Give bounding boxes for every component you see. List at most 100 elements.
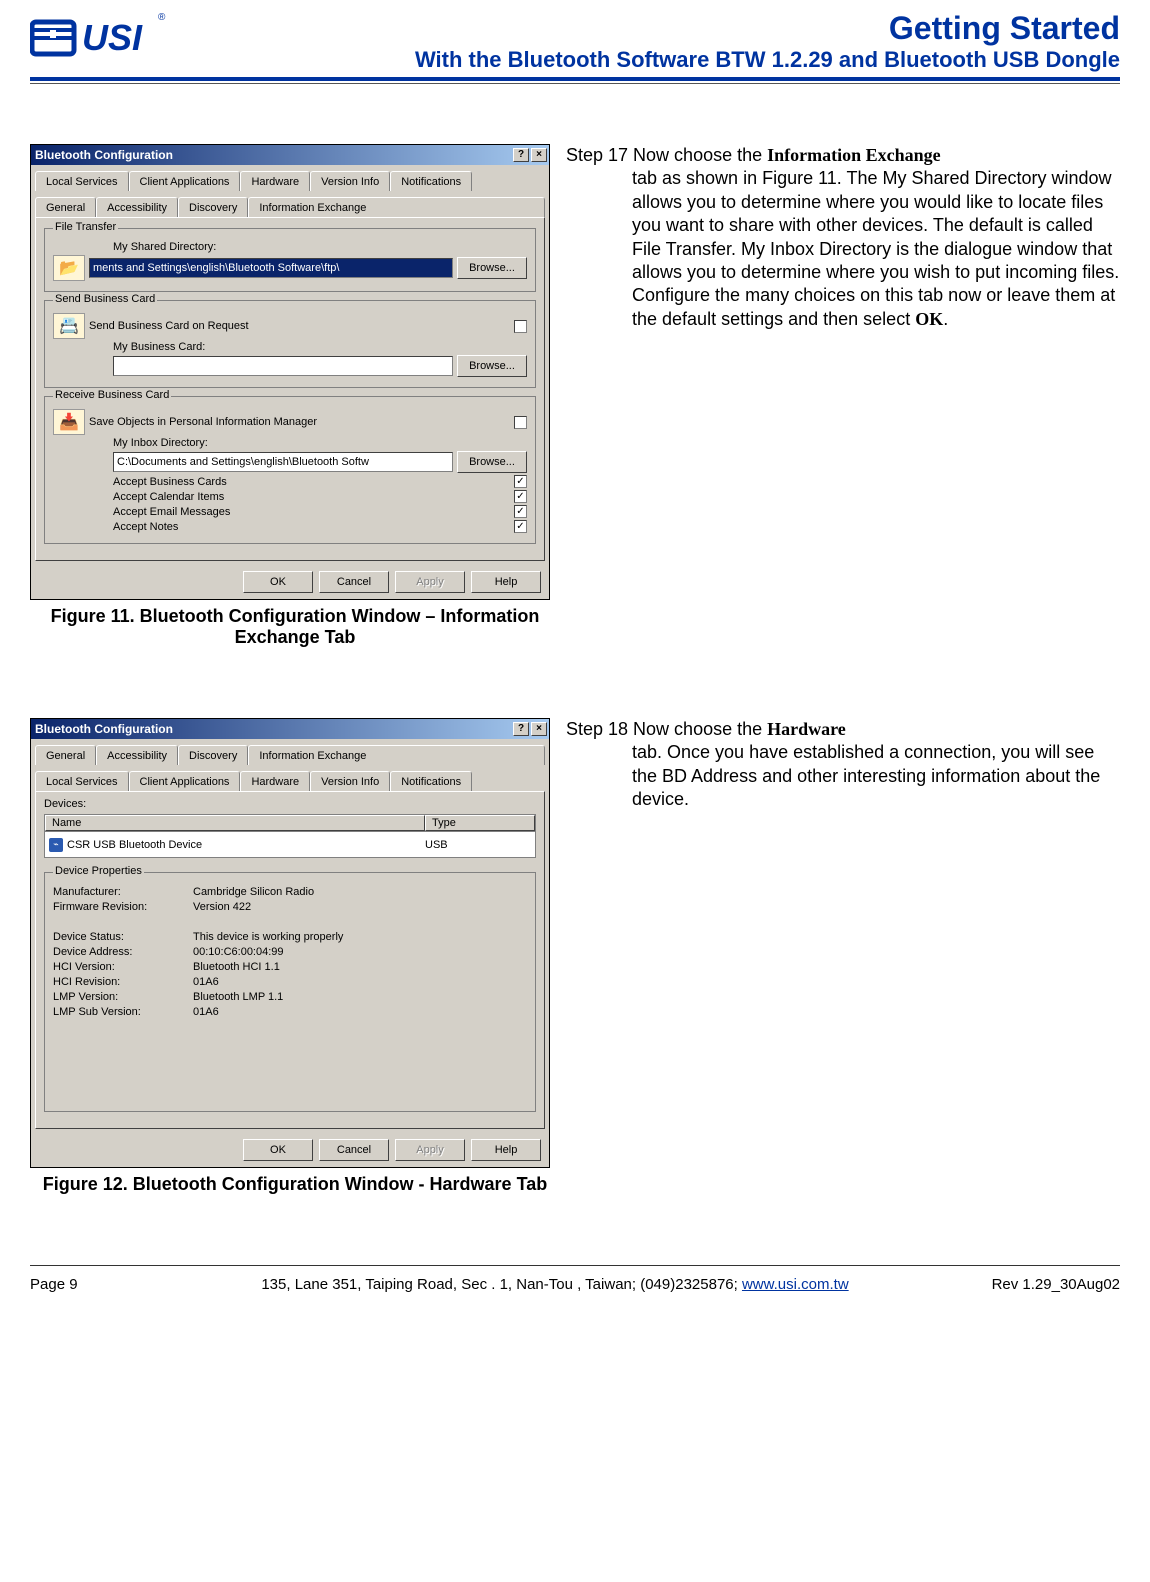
ok-button[interactable]: OK: [243, 571, 313, 593]
dialog-button-bar: OK Cancel Apply Help: [31, 1133, 549, 1167]
my-business-card-label: My Business Card:: [113, 341, 205, 353]
tab-hardware[interactable]: Hardware: [240, 171, 310, 191]
accept-calendar-checkbox[interactable]: ✓: [514, 490, 527, 503]
step-bold: Information Exchange: [767, 145, 941, 165]
window-title: Bluetooth Configuration: [35, 722, 511, 736]
devices-table-row[interactable]: ⌁ CSR USB Bluetooth Device USB: [44, 832, 536, 858]
tab-notifications[interactable]: Notifications: [390, 171, 472, 191]
tab-strip-front: General Accessibility Discovery Informat…: [31, 191, 549, 217]
cancel-button[interactable]: Cancel: [319, 571, 389, 593]
prop-key: Device Status:: [53, 931, 193, 943]
cancel-button[interactable]: Cancel: [319, 1139, 389, 1161]
group-title: Send Business Card: [53, 293, 157, 305]
prop-val: 01A6: [193, 976, 219, 988]
accept-cards-checkbox[interactable]: ✓: [514, 475, 527, 488]
help-titlebar-button[interactable]: ?: [513, 148, 529, 162]
accept-email-checkbox[interactable]: ✓: [514, 505, 527, 518]
tab-panel: File Transfer My Shared Directory: 📂 Bro…: [35, 217, 545, 561]
tab-local-services[interactable]: Local Services: [35, 771, 129, 791]
browse-shared-dir-button[interactable]: Browse...: [457, 257, 527, 279]
tab-general[interactable]: General: [35, 197, 96, 217]
footer-address: 135, Lane 351, Taiping Road, Sec . 1, Na…: [150, 1276, 960, 1293]
bluetooth-config-dialog-hardware: Bluetooth Configuration ? × General Acce…: [30, 718, 550, 1168]
tab-information-exchange[interactable]: Information Exchange: [248, 745, 545, 765]
tab-client-applications[interactable]: Client Applications: [129, 171, 241, 191]
browse-inbox-dir-button[interactable]: Browse...: [457, 451, 527, 473]
prop-key: Device Address:: [53, 946, 193, 958]
browse-business-card-button[interactable]: Browse...: [457, 355, 527, 377]
tab-information-exchange[interactable]: Information Exchange: [248, 197, 545, 217]
help-titlebar-button[interactable]: ?: [513, 722, 529, 736]
titlebar: Bluetooth Configuration ? ×: [31, 145, 549, 165]
step-18-block: Bluetooth Configuration ? × General Acce…: [30, 718, 1120, 1195]
group-title: Receive Business Card: [53, 389, 171, 401]
tab-hardware[interactable]: Hardware: [240, 771, 310, 791]
step-body: tab as shown in Figure 11. The My Shared…: [632, 168, 1119, 328]
prop-val: Version 422: [193, 901, 251, 913]
help-button[interactable]: Help: [471, 571, 541, 593]
step-lead: Step 18 Now choose the: [566, 719, 767, 739]
apply-button[interactable]: Apply: [395, 571, 465, 593]
apply-button[interactable]: Apply: [395, 1139, 465, 1161]
page-title: Getting Started: [170, 10, 1120, 47]
tab-discovery[interactable]: Discovery: [178, 745, 248, 765]
prop-val: Cambridge Silicon Radio: [193, 886, 314, 898]
save-in-pim-label: Save Objects in Personal Information Man…: [89, 416, 317, 428]
prop-key: Firmware Revision:: [53, 901, 193, 913]
accept-calendar-label: Accept Calendar Items: [113, 491, 224, 503]
close-titlebar-button[interactable]: ×: [531, 148, 547, 162]
inbox-dir-input[interactable]: [113, 452, 453, 472]
tab-discovery[interactable]: Discovery: [178, 197, 248, 217]
tab-accessibility[interactable]: Accessibility: [96, 197, 178, 217]
tab-version-info[interactable]: Version Info: [310, 771, 390, 791]
footer-url-link[interactable]: www.usi.com.tw: [742, 1276, 849, 1293]
prop-key: LMP Version:: [53, 991, 193, 1003]
tab-notifications[interactable]: Notifications: [390, 771, 472, 791]
step-lead: Step 17 Now choose the: [566, 145, 767, 165]
page-header: USI ® Getting Started With the Bluetooth…: [30, 10, 1120, 73]
ok-button[interactable]: OK: [243, 1139, 313, 1161]
group-file-transfer: File Transfer My Shared Directory: 📂 Bro…: [44, 228, 536, 292]
devices-table-header: Name Type: [44, 814, 536, 832]
header-rule: [30, 77, 1120, 81]
folder-share-icon: 📂: [53, 255, 85, 281]
footer-rev: Rev 1.29_30Aug02: [960, 1276, 1120, 1293]
tab-general[interactable]: General: [35, 745, 96, 765]
help-button[interactable]: Help: [471, 1139, 541, 1161]
prop-key: LMP Sub Version:: [53, 1006, 193, 1018]
accept-notes-checkbox[interactable]: ✓: [514, 520, 527, 533]
close-titlebar-button[interactable]: ×: [531, 722, 547, 736]
footer-address-text: 135, Lane 351, Taiping Road, Sec . 1, Na…: [261, 1276, 742, 1293]
step-body: tab. Once you have established a connect…: [632, 741, 1120, 811]
svg-text:USI: USI: [82, 17, 143, 58]
tab-client-applications[interactable]: Client Applications: [129, 771, 241, 791]
send-on-request-label: Send Business Card on Request: [89, 320, 249, 332]
titlebar: Bluetooth Configuration ? ×: [31, 719, 549, 739]
step-17-text: Step 17 Now choose the Information Excha…: [566, 144, 1120, 331]
save-in-pim-checkbox[interactable]: [514, 416, 527, 429]
svg-text:®: ®: [158, 12, 166, 23]
shared-dir-input[interactable]: [89, 258, 453, 278]
step-17-block: Bluetooth Configuration ? × Local Servic…: [30, 144, 1120, 648]
send-on-request-checkbox[interactable]: [514, 320, 527, 333]
figure-11: Bluetooth Configuration ? × Local Servic…: [30, 144, 560, 648]
step-18-text: Step 18 Now choose the Hardware tab. Onc…: [566, 718, 1120, 812]
group-receive-business-card: Receive Business Card 📥 Save Objects in …: [44, 396, 536, 544]
prop-val: 01A6: [193, 1006, 219, 1018]
tab-local-services[interactable]: Local Services: [35, 171, 129, 191]
col-type[interactable]: Type: [425, 815, 535, 831]
tab-strip-back: General Accessibility Discovery Informat…: [31, 739, 549, 765]
col-name[interactable]: Name: [45, 815, 425, 831]
dialog-button-bar: OK Cancel Apply Help: [31, 565, 549, 599]
accept-email-label: Accept Email Messages: [113, 506, 230, 518]
tab-version-info[interactable]: Version Info: [310, 171, 390, 191]
tab-strip-back: Local Services Client Applications Hardw…: [31, 165, 549, 191]
page-footer: Page 9 135, Lane 351, Taiping Road, Sec …: [30, 1265, 1120, 1303]
step-bold-ok: OK: [915, 309, 943, 329]
business-card-input[interactable]: [113, 356, 453, 376]
logo: USI ®: [30, 10, 170, 69]
tab-accessibility[interactable]: Accessibility: [96, 745, 178, 765]
figure-11-caption: Figure 11. Bluetooth Configuration Windo…: [30, 606, 560, 648]
window-title: Bluetooth Configuration: [35, 148, 511, 162]
tab-panel: Devices: Name Type ⌁ CSR USB Bluetooth D…: [35, 791, 545, 1129]
